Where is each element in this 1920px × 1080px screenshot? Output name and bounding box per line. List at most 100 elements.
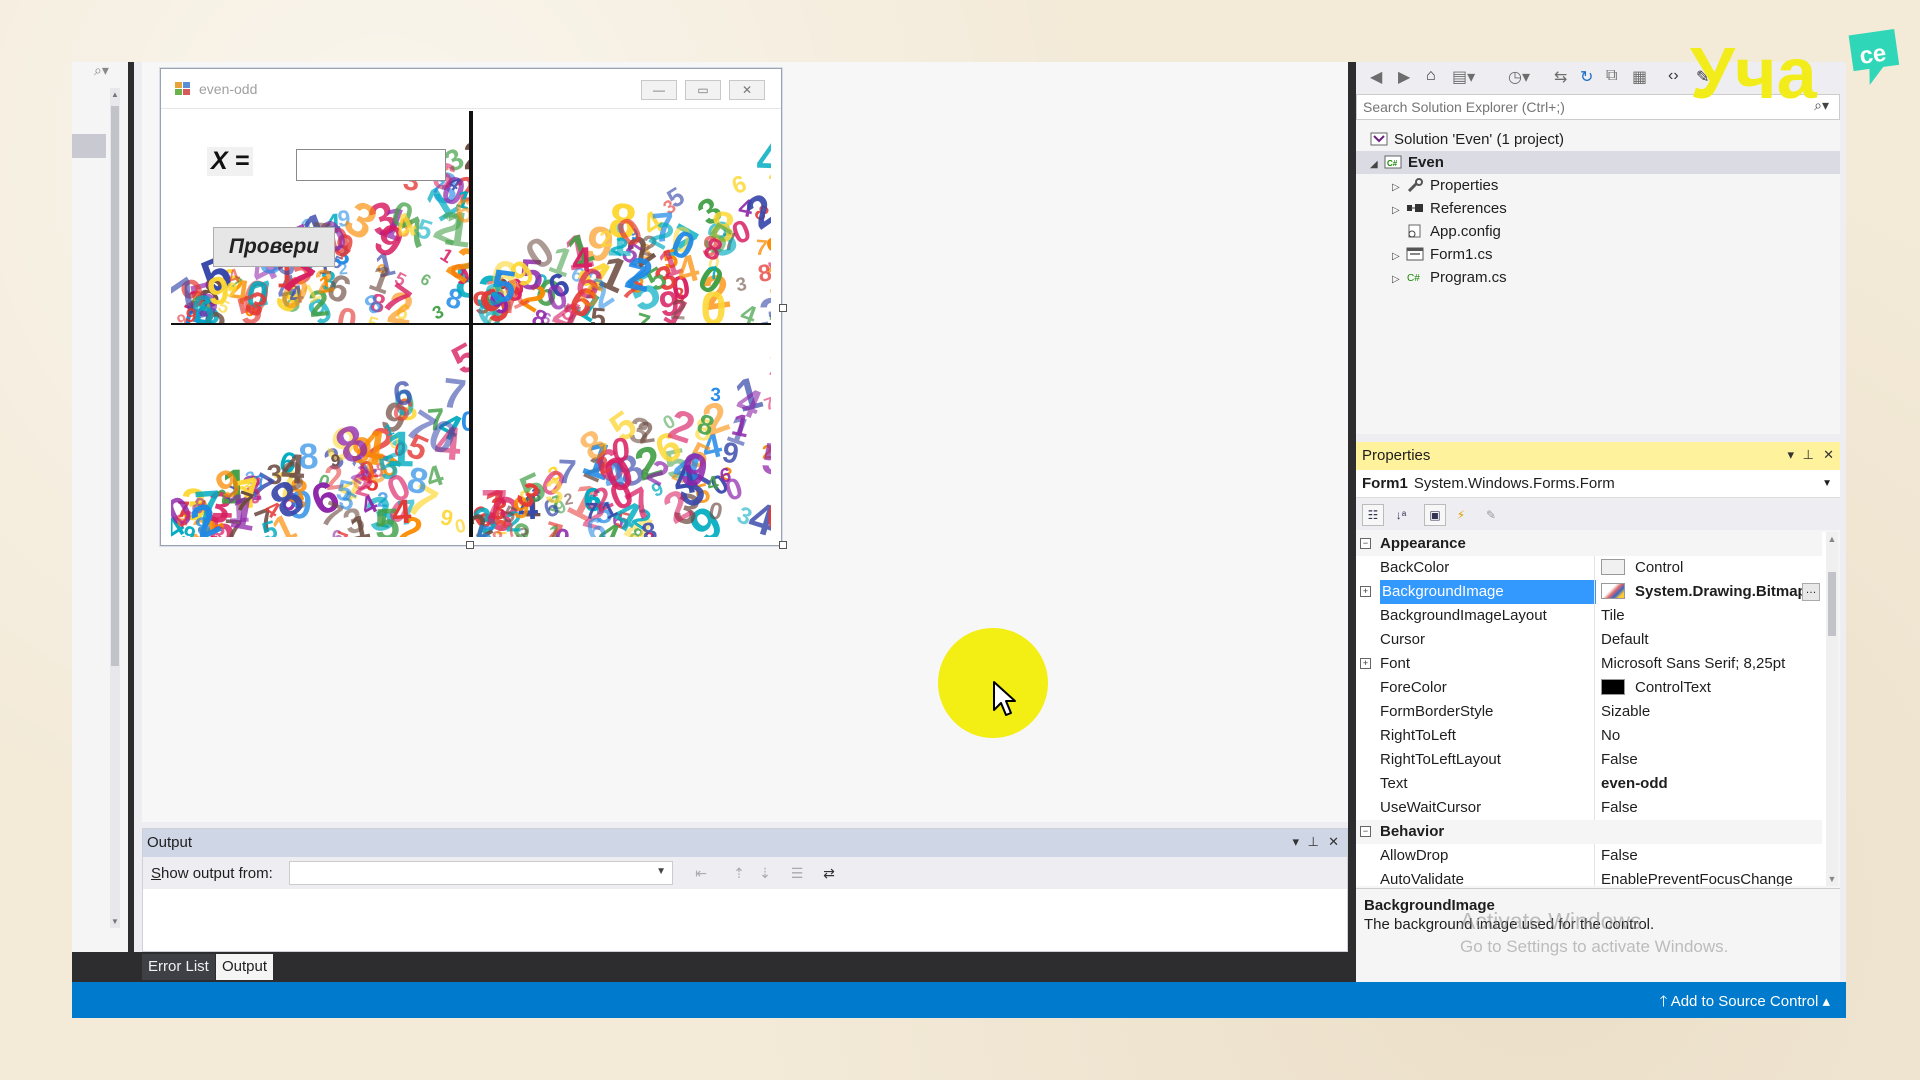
- property-row-backcolor[interactable]: BackColor Control: [1356, 556, 1822, 580]
- collapse-icon[interactable]: −: [1360, 826, 1371, 837]
- form-titlebar[interactable]: even-odd — ▭ ✕: [161, 69, 781, 109]
- ellipsis-button[interactable]: …: [1802, 583, 1820, 601]
- property-value[interactable]: Control: [1594, 556, 1822, 580]
- panel-splitter[interactable]: [1348, 62, 1356, 982]
- property-row-usewaitcursor[interactable]: UseWaitCursor False: [1356, 796, 1822, 820]
- resize-handle-corner[interactable]: [779, 541, 787, 549]
- back-icon[interactable]: ◀: [1370, 67, 1382, 87]
- category-behavior[interactable]: − Behavior: [1356, 820, 1822, 844]
- property-value[interactable]: Default: [1594, 628, 1822, 652]
- collapsed-arrow-icon[interactable]: ▷: [1392, 176, 1406, 199]
- property-row-font[interactable]: + Font Microsoft Sans Serif; 8,25pt: [1356, 652, 1822, 676]
- property-row-allowdrop[interactable]: AllowDrop False: [1356, 844, 1822, 868]
- tab-output[interactable]: Output: [216, 954, 274, 980]
- close-button[interactable]: ✕: [729, 80, 765, 100]
- property-value[interactable]: False: [1594, 748, 1822, 772]
- scroll-thumb[interactable]: [1828, 572, 1836, 636]
- tree-item-app-config[interactable]: App.config: [1406, 220, 1501, 243]
- property-value[interactable]: Tile: [1594, 604, 1822, 628]
- chevron-down-icon[interactable]: ▼: [656, 866, 666, 877]
- property-row-backgroundimagelayout[interactable]: BackgroundImageLayout Tile: [1356, 604, 1822, 628]
- check-button[interactable]: Провери: [213, 227, 335, 267]
- alphabetical-icon[interactable]: ↓ᵃ: [1390, 504, 1412, 526]
- property-value[interactable]: System.Drawing.Bitmap…: [1594, 580, 1822, 604]
- expand-icon[interactable]: +: [1360, 658, 1371, 669]
- forward-icon[interactable]: ▶: [1398, 67, 1410, 87]
- tree-item-solution[interactable]: Solution 'Even' (1 project): [1370, 128, 1564, 151]
- toolbox-selected-item[interactable]: [72, 134, 106, 158]
- sync-icon[interactable]: ⇆: [1554, 67, 1567, 87]
- refresh-icon[interactable]: ↻: [1580, 67, 1593, 87]
- pin-icon[interactable]: ⊥: [1308, 834, 1319, 850]
- pin-icon[interactable]: ⊥: [1803, 447, 1814, 463]
- events-lightning-icon[interactable]: ⚡: [1450, 504, 1472, 526]
- scroll-up-icon[interactable]: ▲: [1826, 534, 1838, 544]
- view-code-icon[interactable]: ‹›: [1668, 67, 1679, 85]
- add-to-source-control-button[interactable]: 🡑 Add to Source Control ▴: [1660, 991, 1830, 1016]
- resize-handle-bottom[interactable]: [466, 541, 474, 549]
- wrench-icon[interactable]: ✎: [1480, 504, 1502, 526]
- pending-changes-icon[interactable]: ◷▾: [1508, 67, 1530, 87]
- find-message-icon[interactable]: ⇤: [691, 863, 711, 883]
- property-row-righttoleftlayout[interactable]: RightToLeftLayout False: [1356, 748, 1822, 772]
- property-row-text[interactable]: Text even-odd: [1356, 772, 1822, 796]
- tree-item-program[interactable]: ▷ C# Program.cs: [1392, 266, 1507, 289]
- output-source-select[interactable]: ▼: [289, 861, 673, 885]
- property-value[interactable]: even-odd: [1594, 772, 1822, 796]
- tree-item-project-even[interactable]: ◢ C# Even: [1356, 151, 1840, 174]
- designed-form-window[interactable]: even-odd — ▭ ✕ 3103946813511010439348936…: [160, 68, 787, 549]
- tree-item-properties[interactable]: ▷ Properties: [1392, 174, 1498, 197]
- object-selector[interactable]: Form1 System.Windows.Forms.Form ▼: [1356, 470, 1840, 498]
- scroll-up-icon[interactable]: ▲: [110, 90, 120, 99]
- tab-error-list[interactable]: Error List: [142, 954, 215, 980]
- expanded-arrow-icon[interactable]: ◢: [1370, 153, 1384, 176]
- category-appearance[interactable]: − Appearance: [1356, 532, 1822, 556]
- scroll-down-icon[interactable]: ▼: [110, 917, 120, 926]
- tree-item-form1[interactable]: ▷ Form1.cs: [1392, 243, 1493, 266]
- property-row-righttoleft[interactable]: RightToLeft No: [1356, 724, 1822, 748]
- expand-icon[interactable]: +: [1360, 586, 1371, 597]
- collapse-all-icon[interactable]: ⧉: [1606, 67, 1617, 85]
- dropdown-icon[interactable]: ▾: [1292, 834, 1299, 850]
- property-row-autovalidate[interactable]: AutoValidate EnablePreventFocusChange: [1356, 868, 1822, 886]
- property-value[interactable]: ControlText: [1594, 676, 1822, 700]
- property-value[interactable]: False: [1594, 796, 1822, 820]
- next-message-icon[interactable]: ⇣: [755, 863, 775, 883]
- show-all-files-icon[interactable]: ▦: [1632, 67, 1647, 87]
- collapse-icon[interactable]: −: [1360, 538, 1371, 549]
- property-grid-scrollbar[interactable]: ▲ ▼: [1826, 532, 1838, 886]
- property-value[interactable]: Microsoft Sans Serif; 8,25pt: [1594, 652, 1822, 676]
- collapsed-arrow-icon[interactable]: ▷: [1392, 245, 1406, 268]
- property-value[interactable]: No: [1594, 724, 1822, 748]
- dropdown-icon[interactable]: ▾: [1787, 447, 1794, 463]
- close-icon[interactable]: ✕: [1823, 447, 1834, 463]
- property-value[interactable]: EnablePreventFocusChange: [1594, 868, 1822, 886]
- maximize-button[interactable]: ▭: [685, 80, 721, 100]
- minimize-button[interactable]: —: [641, 80, 677, 100]
- x-textbox[interactable]: [296, 149, 446, 181]
- collapsed-arrow-icon[interactable]: ▷: [1392, 268, 1406, 291]
- property-row-forecolor[interactable]: ForeColor ControlText: [1356, 676, 1822, 700]
- property-row-formborderstyle[interactable]: FormBorderStyle Sizable: [1356, 700, 1822, 724]
- search-icon[interactable]: ⌕▾: [94, 62, 109, 79]
- property-value[interactable]: False: [1594, 844, 1822, 868]
- tree-item-references[interactable]: ▷ References: [1392, 197, 1507, 220]
- collapsed-arrow-icon[interactable]: ▷: [1392, 199, 1406, 222]
- home-icon[interactable]: ⌂: [1426, 67, 1436, 85]
- property-pages-icon[interactable]: ▣: [1424, 504, 1446, 526]
- scroll-thumb[interactable]: [111, 106, 119, 666]
- property-name: Text: [1380, 775, 1408, 792]
- property-row-cursor[interactable]: Cursor Default: [1356, 628, 1822, 652]
- clear-all-icon[interactable]: ☰: [787, 863, 807, 883]
- resize-handle-right[interactable]: [779, 304, 787, 312]
- scroll-down-icon[interactable]: ▼: [1826, 874, 1838, 884]
- toolbox-scrollbar[interactable]: ▲ ▼: [110, 88, 120, 928]
- property-value[interactable]: Sizable: [1594, 700, 1822, 724]
- close-icon[interactable]: ✕: [1328, 834, 1339, 850]
- property-row-backgroundimage[interactable]: + BackgroundImage System.Drawing.Bitmap…: [1356, 580, 1822, 604]
- word-wrap-icon[interactable]: ⇄: [819, 863, 839, 883]
- categorized-icon[interactable]: ☷: [1362, 504, 1384, 526]
- prev-message-icon[interactable]: ⇡: [729, 863, 749, 883]
- chevron-down-icon[interactable]: ▼: [1822, 470, 1832, 498]
- switch-views-icon[interactable]: ▤▾: [1452, 67, 1475, 87]
